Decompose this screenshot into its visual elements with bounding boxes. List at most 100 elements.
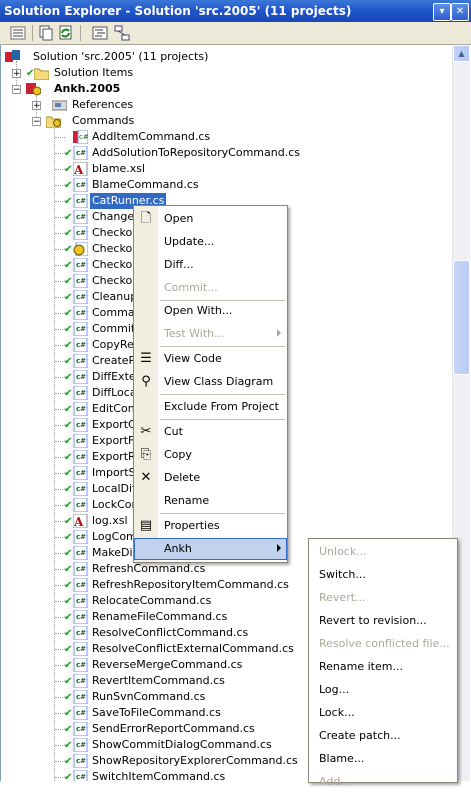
submenu-item-log[interactable]: Log... [309,679,457,701]
cs-file-icon: c# [73,226,88,240]
tree-file-item[interactable]: c# AddItemCommand.cs [1,129,441,145]
menu-item-rename[interactable]: Rename [134,490,287,512]
file-label: ReverseMergeCommand.cs [92,658,243,671]
tree-node-commands[interactable]: − Commands [1,113,441,129]
menu-item-view-code[interactable]: ☰ View Code [134,348,287,370]
cs-file-icon: c# [73,770,88,781]
menu-item-copy[interactable]: ⎘ Copy [134,444,287,466]
copy-icon: ⎘ [140,447,152,462]
menu-item-update[interactable]: Update... [134,231,287,253]
menu-item-commit[interactable]: Commit... [134,277,287,299]
check-icon: ✔ [64,708,73,719]
cs-file-icon: c# [73,370,88,384]
svg-text:c#: c# [76,389,86,397]
submenu-item-add[interactable]: Add... [309,771,457,793]
xsl-file-icon: A [73,162,88,176]
submenu-item-label: Rename item... [319,660,403,673]
submenu-item-switch[interactable]: Switch... [309,564,457,586]
check-icon: ✔ [64,372,73,383]
tree-file-item[interactable]: ✔ Ablame.xsl [1,161,441,177]
svg-text:c#: c# [76,565,86,573]
solution-items-label: Solution Items [54,66,134,79]
menu-item-open[interactable]: 🗋 Open [134,208,287,230]
svg-text:c#: c# [76,213,86,221]
show-all-files-icon[interactable] [38,25,54,41]
check-icon: ✔ [64,404,73,415]
check-icon: ✔ [64,580,73,591]
menu-item-open-with[interactable]: Open With... [134,300,287,322]
check-icon: ✔ [64,452,73,463]
cs-file-icon: c# [73,338,88,352]
cs-file-icon: c# [73,546,88,560]
submenu-item-label: Revert to revision... [319,614,427,627]
delete-icon: ✕ [140,470,152,485]
menu-item-cut[interactable]: ✂ Cut [134,421,287,443]
submenu-item-label: Resolve conflicted file... [319,637,450,650]
svg-text:c#: c# [76,357,86,365]
submenu-item-resolve-conflicted-file[interactable]: Resolve conflicted file... [309,633,457,655]
refresh-icon[interactable] [58,25,74,41]
menu-item-label: Update... [164,235,215,248]
svg-text:c#: c# [76,405,86,413]
svg-text:c#: c# [76,197,86,205]
menu-item-exclude-from-project[interactable]: Exclude From Project [134,396,287,418]
menu-item-label: Properties [164,519,220,532]
properties-icon[interactable] [10,25,26,41]
menu-item-delete[interactable]: ✕ Delete [134,467,287,489]
submenu-item-lock[interactable]: Lock... [309,702,457,724]
toolbar [0,22,471,45]
menu-item-diff[interactable]: Diff... [134,254,287,276]
menu-item-test-with[interactable]: Test With... [134,323,287,345]
check-icon: ✔ [64,356,73,367]
submenu-item-label: Blame... [319,752,365,765]
submenu-item-revert[interactable]: Revert... [309,587,457,609]
xsl-file-icon: A [73,514,88,528]
file-label: BlameCommand.cs [92,178,199,191]
check-icon: ✔ [64,292,73,303]
submenu-item-create-patch[interactable]: Create patch... [309,725,457,747]
menu-item-label: Exclude From Project [164,400,279,413]
submenu-item-label: Create patch... [319,729,401,742]
menu-item-ankh[interactable]: Ankh [134,538,287,560]
tree-node-solution-items[interactable]: + ✔ Solution Items [1,65,441,81]
submenu-item-rename-item[interactable]: Rename item... [309,656,457,678]
menu-item-view-class-diagram[interactable]: ⚲ View Class Diagram [134,371,287,393]
ankh-submenu: Unlock... Switch... Revert... Revert to rev… [308,538,458,788]
check-icon: ✔ [64,308,73,319]
svg-text:c#: c# [76,501,86,509]
check-icon: ✔ [64,260,73,271]
expand-icon[interactable]: + [32,101,41,111]
svg-text:c#: c# [76,181,86,189]
scroll-thumb[interactable] [453,260,470,375]
tree-node-project[interactable]: − Ankh.2005 [1,81,441,97]
svg-text:c#: c# [76,581,86,589]
collapse-icon[interactable]: − [12,85,21,95]
submenu-item-label: Log... [319,683,350,696]
menu-item-properties[interactable]: ▤ Properties [134,515,287,537]
project-label: Ankh.2005 [54,82,121,95]
class-diagram-icon[interactable] [114,25,130,41]
tree-file-item[interactable]: ✔ c# AddSolutionToRepositoryCommand.cs [1,145,441,161]
expand-icon[interactable]: + [12,69,21,79]
check-icon: ✔ [64,644,73,655]
tree-node-solution[interactable]: Solution 'src.2005' (11 projects) [1,49,441,65]
tree-file-item[interactable]: ✔ c# BlameCommand.cs [1,177,441,193]
menu-item-label: View Code [164,352,222,365]
close-icon[interactable]: ✕ [451,3,469,21]
pin-icon[interactable]: ▾ [433,3,451,21]
cs-file-icon: c# [73,530,88,544]
references-icon [52,100,67,111]
view-code-icon[interactable] [92,25,108,41]
tree-node-references[interactable]: + References [1,97,441,113]
submenu-item-blame[interactable]: Blame... [309,748,457,770]
submenu-item-unlock[interactable]: Unlock... [309,541,457,563]
submenu-item-revert-to-revision[interactable]: Revert to revision... [309,610,457,632]
folder-icon [34,68,49,80]
scroll-up-icon[interactable]: ▲ [453,45,470,62]
collapse-icon[interactable]: − [32,117,41,127]
file-label: RefreshCommand.cs [92,562,206,575]
submenu-item-label: Switch... [319,568,366,581]
cs-file-icon: c# [73,194,88,208]
file-label: ResolveConflictCommand.cs [92,626,249,639]
cs-file-icon: c# [73,562,88,576]
